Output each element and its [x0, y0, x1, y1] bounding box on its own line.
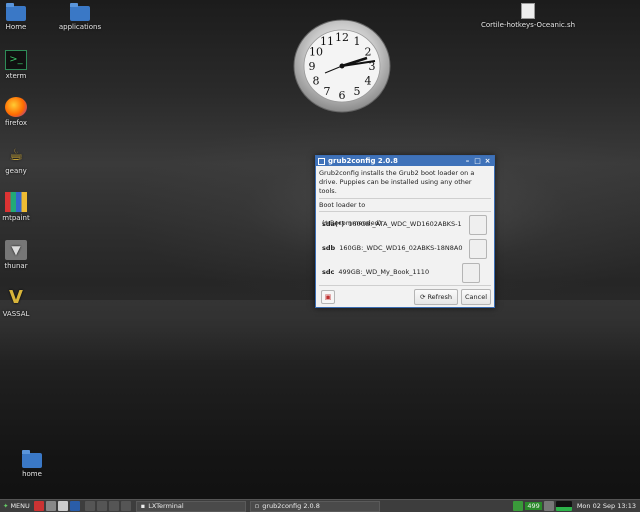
task-label: grub2config 2.0.8 — [262, 502, 320, 510]
clock-numeral: 1 — [354, 35, 361, 48]
desktop-icon-xterm[interactable]: >_ xterm — [0, 50, 44, 80]
paint-pencils-icon — [5, 192, 27, 212]
clock-numeral: 9 — [309, 60, 316, 73]
divider — [319, 285, 491, 286]
boot-loader-heading: Boot loader to — [319, 201, 366, 209]
clock-numeral: 12 — [335, 31, 349, 44]
install-sdc-button[interactable] — [462, 263, 480, 283]
desktop-icon-label: geany — [5, 167, 27, 175]
taskbar: ✦ MENU ▪ LXTerminal ▫ grub2config 2.0.8 … — [0, 499, 640, 512]
clock-numeral: 11 — [320, 35, 334, 48]
task-lxterminal[interactable]: ▪ LXTerminal — [135, 500, 246, 512]
desktop-icon-home-folder[interactable]: home — [4, 450, 60, 478]
cancel-button[interactable]: Cancel — [461, 289, 491, 305]
window-titlebar[interactable]: grub2config 2.0.8 – □ × — [316, 156, 494, 166]
wallpaper-horizon — [0, 300, 640, 360]
clock-numeral: 4 — [365, 75, 372, 88]
divider — [319, 198, 491, 199]
cpu-monitor-icon — [555, 501, 572, 511]
maximize-button[interactable]: □ — [473, 157, 482, 166]
help-button[interactable]: ▣ — [321, 290, 335, 304]
desktop-icon-home[interactable]: Home — [0, 3, 44, 31]
intro-text: Grub2config installs the Grub2 boot load… — [319, 169, 475, 195]
desktop-icon-label: Home — [5, 23, 27, 31]
desktop-icon-label: firefox — [4, 119, 28, 127]
taskbar-clock[interactable]: Mon 02 Sep 13:13 — [577, 502, 636, 510]
folder-icon — [70, 3, 90, 21]
drive-description: 160GB:_WDC_WD16_02ABKS-18N8A0 — [339, 244, 463, 252]
desktop-icon-label: applications — [58, 23, 102, 31]
minimize-button[interactable]: – — [463, 157, 472, 166]
grub2config-window: grub2config 2.0.8 – □ × Grub2config inst… — [315, 155, 495, 308]
menu-label: MENU — [10, 502, 30, 510]
file-manager-icon: ▼ — [5, 240, 27, 260]
drive-device: sda(*) — [322, 220, 345, 228]
help-icon: ▣ — [324, 293, 332, 301]
desktop-icon-thunar[interactable]: ▼ thunar — [0, 240, 44, 270]
folder-icon — [22, 450, 42, 468]
drive-row-sda: sda(*) 160GB:_ATA_WDC_WD1602ABKS-1 — [322, 220, 462, 228]
desktop-icon-script[interactable]: Cortile-hotkeys-Oceanic.sh — [478, 3, 578, 29]
launcher-icon[interactable] — [33, 501, 44, 511]
vassal-icon: V — [9, 287, 23, 308]
window-app-icon — [318, 157, 325, 165]
clock-numeral: 5 — [354, 85, 361, 98]
tray-badge: 499 — [525, 502, 542, 510]
desktop-icon-label: xterm — [5, 72, 27, 80]
analog-clock-widget: 12 1234567891011 — [293, 19, 391, 113]
desktop-icon-label: VASSAL — [2, 310, 30, 318]
refresh-icon: ⟳ — [420, 293, 426, 301]
terminal-icon: >_ — [5, 50, 27, 70]
drive-description: 499GB:_WD_My_Book_1110 — [338, 268, 430, 276]
tray-volume-icon[interactable] — [543, 501, 554, 511]
drive-device: sdb — [322, 244, 336, 252]
desktop-icon-vassal[interactable]: V VASSAL — [0, 287, 44, 319]
dialog-button-bar: ▣ ⟳ Refresh Cancel — [316, 287, 494, 307]
drive-row-sdc: sdc 499GB:_WD_My_Book_1110 — [322, 268, 429, 276]
menu-icon: ✦ — [3, 502, 9, 510]
workspace-3[interactable] — [108, 501, 119, 511]
refresh-button[interactable]: ⟳ Refresh — [414, 289, 458, 305]
desktop-icon-label: Cortile-hotkeys-Oceanic.sh — [480, 21, 576, 29]
launcher-icon[interactable] — [45, 501, 56, 511]
workspace-1[interactable] — [84, 501, 95, 511]
desktop-icon-geany[interactable]: ☕ geany — [0, 145, 44, 175]
task-label: LXTerminal — [148, 502, 184, 510]
firefox-icon — [5, 97, 27, 117]
clock-numeral: 2 — [365, 46, 372, 59]
drive-device: sdc — [322, 268, 335, 276]
task-grub2config[interactable]: ▫ grub2config 2.0.8 — [249, 500, 380, 512]
drive-description: 160GB:_ATA_WDC_WD1602ABKS-1 — [348, 220, 462, 228]
refresh-label: Refresh — [427, 293, 452, 301]
drive-row-sdb: sdb 160GB:_WDC_WD16_02ABKS-18N8A0 — [322, 244, 462, 252]
install-sda-button[interactable] — [469, 215, 487, 235]
geany-teapot-icon: ☕ — [8, 145, 24, 164]
clock-numeral: 8 — [313, 75, 320, 88]
launcher-icon[interactable] — [69, 501, 80, 511]
tray-network-icon[interactable] — [513, 501, 524, 511]
desktop-icon-label: home — [22, 470, 42, 478]
close-button[interactable]: × — [483, 157, 492, 166]
menu-button[interactable]: ✦ MENU — [0, 501, 33, 512]
workspace-4[interactable] — [120, 501, 131, 511]
desktop-icon-firefox[interactable]: firefox — [0, 97, 44, 127]
cancel-label: Cancel — [464, 293, 488, 301]
desktop-icon-mtpaint[interactable]: mtpaint — [0, 192, 44, 222]
launcher-icon[interactable] — [57, 501, 68, 511]
desktop-icon-applications[interactable]: applications — [52, 3, 108, 31]
divider — [319, 211, 491, 212]
clock-numeral: 7 — [324, 85, 331, 98]
window-app-icon: ▫ — [254, 502, 260, 510]
window-title: grub2config 2.0.8 — [328, 157, 398, 165]
workspace-2[interactable] — [96, 501, 107, 511]
desktop-icon-label: thunar — [4, 262, 28, 270]
script-file-icon — [521, 3, 535, 19]
folder-icon — [6, 3, 26, 21]
terminal-icon: ▪ — [140, 502, 146, 510]
install-sdb-button[interactable] — [469, 239, 487, 259]
desktop-icon-label: mtpaint — [2, 214, 30, 222]
clock-numeral: 6 — [339, 89, 346, 102]
